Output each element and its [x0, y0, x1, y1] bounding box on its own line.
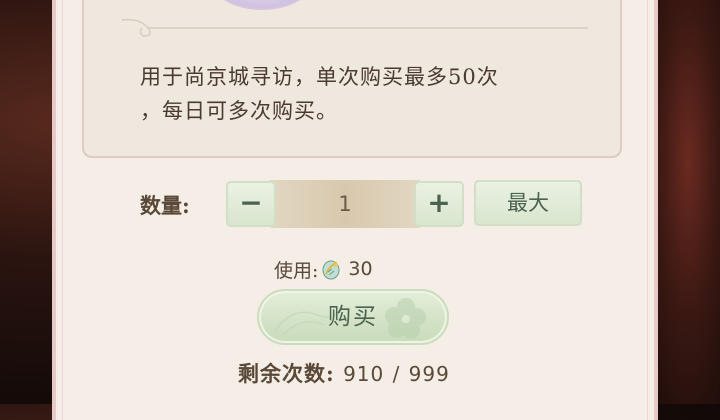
- cost-amount: 30: [348, 258, 373, 280]
- quantity-label: 数量:: [140, 193, 190, 218]
- remaining-count: 剩余次数: 910 / 999: [238, 358, 450, 388]
- item-description: 用于尚京城寻访，单次购买最多50次 ，每日可多次购买。: [140, 60, 600, 128]
- description-line-1: 用于尚京城寻访，单次购买最多50次: [140, 65, 499, 89]
- remaining-max: 999: [408, 362, 450, 386]
- increase-button[interactable]: +: [414, 181, 464, 227]
- description-line-2: ，每日可多次购买。: [140, 99, 338, 123]
- buy-button[interactable]: 购买: [257, 289, 449, 345]
- cost-label: 使用:: [274, 259, 319, 282]
- buy-button-label: 购买: [328, 304, 378, 330]
- decrease-button[interactable]: −: [226, 181, 276, 227]
- max-button[interactable]: 最大: [474, 180, 582, 226]
- remaining-separator: /: [392, 362, 401, 386]
- cost-row: 使用: 30: [274, 254, 373, 284]
- remaining-label: 剩余次数:: [238, 361, 335, 386]
- scroll-divider: [121, 18, 588, 37]
- remaining-current: 910: [343, 362, 385, 386]
- feather-coin-icon: [322, 260, 340, 280]
- quantity-input[interactable]: 1: [270, 180, 420, 228]
